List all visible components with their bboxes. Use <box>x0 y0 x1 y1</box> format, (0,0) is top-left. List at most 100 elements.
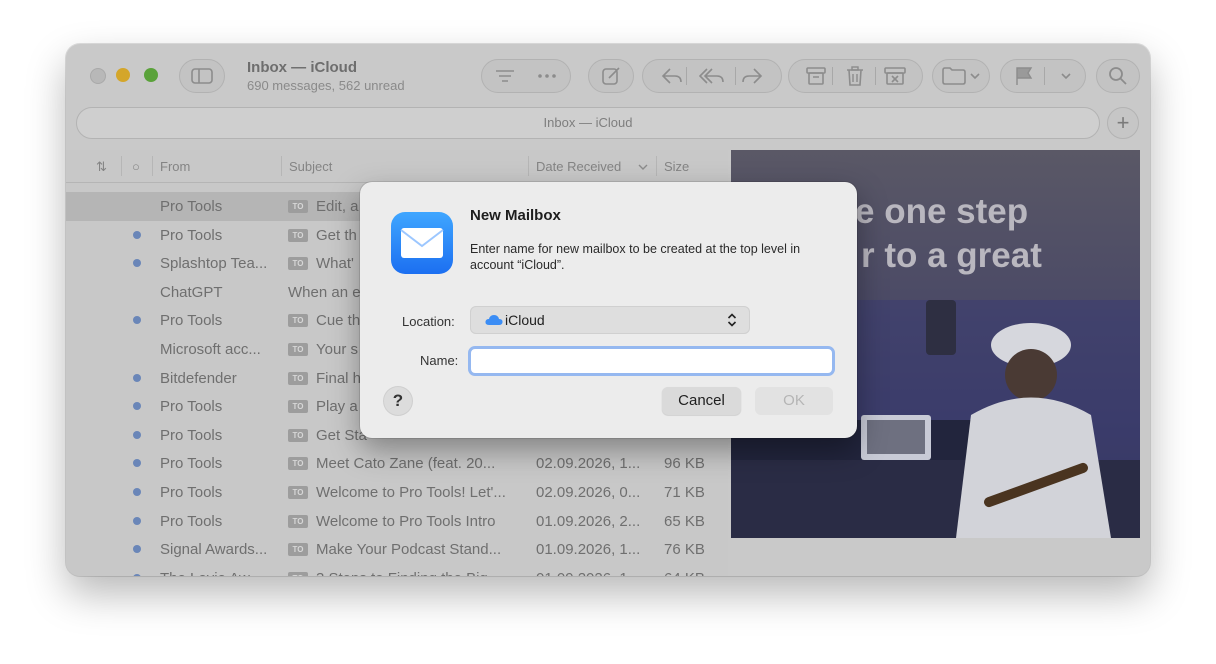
search-button[interactable] <box>1096 59 1140 93</box>
search-icon <box>1109 67 1127 85</box>
minimize-window-button[interactable] <box>116 68 130 82</box>
message-from: Microsoft acc... <box>160 341 261 358</box>
toolbar-separator <box>686 67 687 85</box>
recipient-badge: TO <box>288 514 308 528</box>
unread-dot <box>133 230 141 239</box>
unread-dot <box>133 402 141 411</box>
message-subject: Welcome to Pro Tools! Let'... <box>316 484 506 501</box>
toolbar-separator <box>832 67 833 85</box>
name-label: Name: <box>420 353 459 368</box>
message-from: Pro Tools <box>160 226 223 244</box>
message-from: The Lovie Aw... <box>160 570 280 576</box>
column-separator <box>121 156 122 176</box>
location-label: Location: <box>402 314 455 329</box>
tab-inbox[interactable]: Inbox — iCloud <box>76 107 1100 139</box>
table-row[interactable]: Pro Tools TO Welcome to Pro Tools! Let'...… <box>66 478 728 507</box>
updown-chevron-icon <box>727 313 737 327</box>
recipient-badge: TO <box>288 228 308 242</box>
table-row[interactable]: Pro Tools TO Welcome to Pro Tools Intro 01.… <box>66 507 728 536</box>
column-separator <box>528 156 529 176</box>
message-date: 01.09.2026, 1... <box>536 570 654 576</box>
compose-button[interactable] <box>588 59 634 93</box>
filter-icon[interactable] <box>495 69 515 83</box>
sidebar-toggle-button[interactable] <box>179 59 225 93</box>
zoom-window-button[interactable] <box>144 68 158 82</box>
message-from: Pro Tools <box>160 198 223 215</box>
unread-dot <box>133 488 141 496</box>
ok-button[interactable]: OK <box>755 387 833 415</box>
dialog-message: Enter name for new mailbox to be created… <box>470 242 801 272</box>
mail-envelope-icon <box>400 228 444 258</box>
message-date: 02.09.2026, 0... <box>536 484 641 501</box>
help-button[interactable]: ? <box>384 387 412 415</box>
window-subtitle: 690 messages, 562 unread <box>247 78 405 93</box>
column-separator <box>656 156 657 176</box>
message-from: Signal Awards... <box>160 541 268 559</box>
chevron-down-icon[interactable] <box>1061 72 1071 80</box>
more-icon[interactable] <box>537 73 557 79</box>
reply-icon[interactable] <box>661 67 683 85</box>
new-tab-button[interactable]: + <box>1107 107 1139 139</box>
message-from: ChatGPT <box>160 283 223 301</box>
message-from: Bitdefender <box>160 369 237 387</box>
unread-dot <box>133 545 141 554</box>
message-from: Pro Tools <box>160 312 223 330</box>
mailbox-name-input[interactable] <box>468 346 835 376</box>
reply-all-icon[interactable] <box>699 67 725 85</box>
unread-dot <box>133 516 141 525</box>
message-date: 01.09.2026, 2... <box>536 512 641 530</box>
message-subject: Meet Cato Zane (feat. 20... <box>316 455 496 473</box>
message-size: 64 KB <box>664 570 705 576</box>
location-value: iCloud <box>505 312 545 328</box>
archive-icon[interactable] <box>805 67 826 85</box>
date-column-header[interactable]: Date Received <box>536 159 621 174</box>
size-column-header[interactable]: Size <box>664 159 689 174</box>
recipient-badge: TO <box>288 314 308 328</box>
mail-app-icon <box>391 212 453 274</box>
cancel-button[interactable]: Cancel <box>662 387 741 415</box>
column-separator <box>152 156 153 176</box>
message-from: Splashtop Tea... <box>160 255 268 273</box>
junk-icon[interactable] <box>883 67 906 85</box>
move-to-folder-button[interactable] <box>932 59 990 93</box>
sort-toggle-icon[interactable]: ⇅ <box>96 159 107 175</box>
toolbar-separator <box>1044 67 1045 85</box>
chevron-down-icon <box>970 73 980 80</box>
table-row[interactable]: Signal Awards... TO Make Your Podcast Stan… <box>66 535 728 564</box>
unread-dot <box>133 259 141 268</box>
recipient-badge: TO <box>288 257 308 271</box>
message-subject: 3 Steps to Finding the Big... <box>316 570 521 576</box>
from-column-header[interactable]: From <box>160 159 190 174</box>
message-from: Pro Tools <box>160 398 223 416</box>
forward-icon[interactable] <box>741 67 763 85</box>
trash-icon[interactable] <box>846 66 864 86</box>
unread-dot <box>133 373 141 382</box>
new-mailbox-dialog: New Mailbox Enter name for new mailbox t… <box>360 182 857 438</box>
flag-group <box>1000 59 1086 93</box>
recipient-badge: TO <box>288 571 308 576</box>
icloud-icon <box>485 315 503 325</box>
location-popup[interactable]: iCloud <box>470 306 750 334</box>
unread-dot <box>133 430 141 439</box>
message-size: 71 KB <box>664 484 705 501</box>
recipient-badge: TO <box>288 543 308 557</box>
table-row[interactable]: The Lovie Aw... TO 3 Steps to Finding the … <box>66 564 728 576</box>
close-window-button[interactable] <box>90 68 106 84</box>
unread-dot <box>133 316 141 325</box>
list-header: ⇅ ○ From Subject Date Received Size <box>66 150 728 183</box>
unread-dot <box>133 573 141 576</box>
recipient-badge: TO <box>288 428 308 442</box>
preview-body-area <box>731 538 1150 576</box>
unread-column-header[interactable]: ○ <box>132 159 140 174</box>
toolbar-separator <box>735 67 736 85</box>
message-from: Pro Tools <box>160 455 223 473</box>
recipient-badge: TO <box>288 457 308 471</box>
table-row[interactable]: Pro Tools TO Meet Cato Zane (feat. 20... 02… <box>66 449 728 478</box>
chevron-down-icon <box>638 164 648 170</box>
message-date: 02.09.2026, 1... <box>536 455 641 473</box>
flag-icon[interactable] <box>1015 66 1033 86</box>
reply-group <box>642 59 782 93</box>
subject-column-header[interactable]: Subject <box>289 159 332 174</box>
unread-dot <box>133 459 141 468</box>
message-subject: Welcome to Pro Tools Intro <box>316 512 496 530</box>
